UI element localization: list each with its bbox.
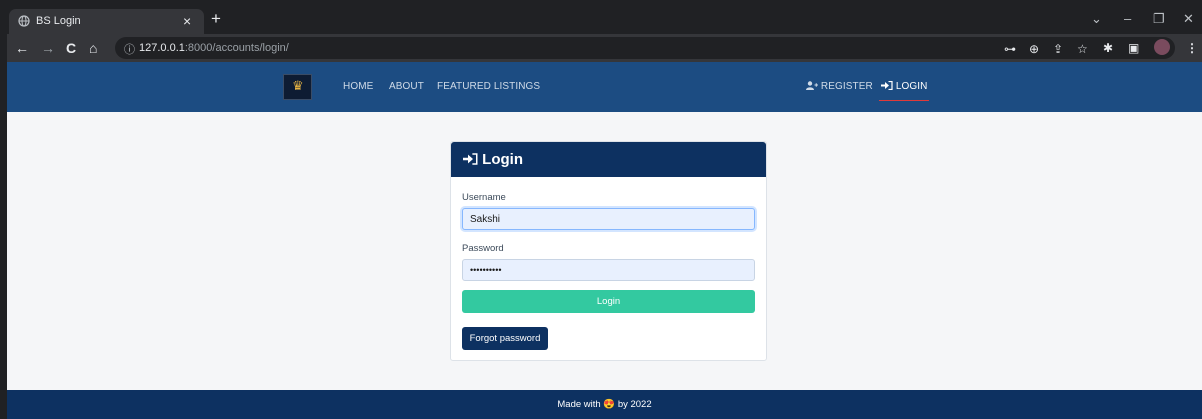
page-viewport: ♛ HOME ABOUT FEATURED LISTINGS REGISTER (7, 62, 1202, 419)
nav-login[interactable]: LOGIN (881, 80, 928, 92)
site-navbar: ♛ HOME ABOUT FEATURED LISTINGS REGISTER (7, 62, 1202, 112)
url-text: 127.0.0.1:8000/accounts/login/ (139, 42, 289, 54)
bookmark-star-icon[interactable]: ☆ (1077, 40, 1088, 58)
sign-in-icon (463, 153, 478, 165)
home-icon[interactable]: ⌂ (89, 39, 97, 57)
key-icon[interactable]: ⊶ (1004, 40, 1016, 58)
side-panel-icon[interactable]: ▣ (1128, 39, 1139, 57)
login-title-text: Login (482, 151, 523, 168)
tab-close-icon[interactable]: × (183, 12, 191, 30)
footer-text-before: Made with (557, 399, 601, 410)
active-nav-underline (879, 100, 929, 101)
heart-eyes-emoji-icon: 😍 (603, 399, 616, 410)
nav-about[interactable]: ABOUT (389, 81, 424, 92)
password-label: Password (462, 243, 504, 254)
globe-icon (18, 15, 30, 27)
url-host: 127.0.0.1 (139, 42, 185, 54)
footer-text: Made with 😍 by 2022 (7, 399, 1202, 410)
browser-window: BS Login × + ⌄ – ❐ ✕ ← → C ⌂ ⓘ 127.0.0.1… (7, 7, 1202, 419)
restore-icon[interactable]: ❐ (1153, 10, 1165, 28)
nav-home[interactable]: HOME (343, 81, 373, 92)
browser-tab[interactable]: BS Login × (9, 9, 204, 34)
forgot-password-button[interactable]: Forgot password (462, 327, 548, 350)
back-icon[interactable]: ← (15, 39, 29, 57)
site-footer: Made with 😍 by 2022 (7, 390, 1202, 419)
browser-menu-icon[interactable]: ⋮ (1186, 39, 1198, 57)
minimize-icon[interactable]: – (1124, 10, 1131, 28)
login-card-header: Login (451, 142, 766, 177)
profile-avatar[interactable] (1154, 39, 1170, 55)
new-tab-button[interactable]: + (211, 10, 221, 28)
login-button[interactable]: Login (462, 290, 755, 313)
tab-title: BS Login (36, 15, 81, 27)
extensions-icon[interactable]: ✱ (1103, 39, 1113, 57)
address-bar[interactable]: ⓘ 127.0.0.1:8000/accounts/login/ ⊶ ⊕ ⇪ ☆ (115, 37, 1175, 59)
nav-register[interactable]: REGISTER (806, 81, 873, 92)
zoom-icon[interactable]: ⊕ (1029, 40, 1039, 58)
logo-flame-icon: ♛ (292, 78, 304, 93)
site-info-icon[interactable]: ⓘ (124, 41, 135, 57)
username-label: Username (462, 192, 506, 203)
url-path: :8000/accounts/login/ (184, 42, 289, 54)
user-plus-icon (806, 81, 818, 90)
tab-search-chevron-icon[interactable]: ⌄ (1091, 10, 1102, 28)
share-icon[interactable]: ⇪ (1053, 40, 1063, 58)
login-card: Login Username Sakshi Password •••••••••… (450, 141, 767, 361)
nav-featured-listings[interactable]: FEATURED LISTINGS (437, 81, 540, 92)
tab-strip: BS Login × + ⌄ – ❐ ✕ (7, 7, 1202, 34)
site-logo[interactable]: ♛ (283, 74, 312, 100)
forward-icon[interactable]: → (41, 39, 55, 57)
footer-text-after: by 2022 (617, 399, 652, 410)
username-input[interactable]: Sakshi (462, 208, 755, 230)
window-close-icon[interactable]: ✕ (1183, 10, 1194, 28)
browser-toolbar: ← → C ⌂ ⓘ 127.0.0.1:8000/accounts/login/… (7, 34, 1202, 62)
sign-in-icon (881, 80, 893, 91)
reload-icon[interactable]: C (66, 39, 76, 57)
login-card-title: Login (463, 151, 523, 168)
nav-login-label: LOGIN (895, 81, 928, 92)
password-input[interactable]: •••••••••• (462, 259, 755, 281)
nav-register-label: REGISTER (820, 81, 873, 92)
